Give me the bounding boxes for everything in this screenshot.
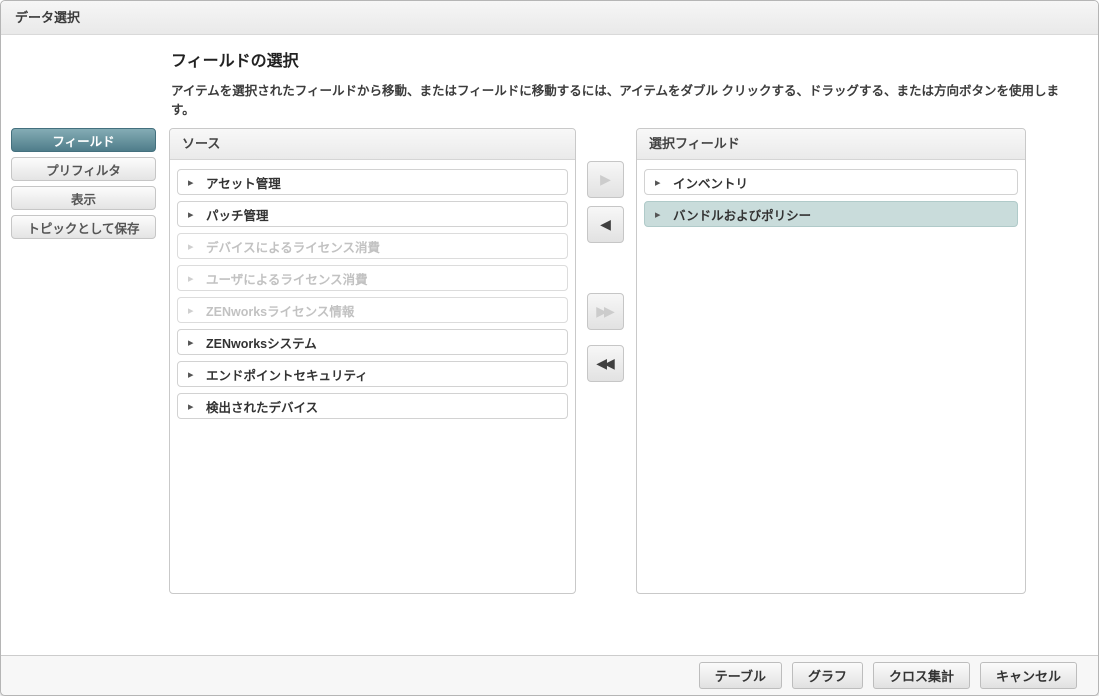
selected-item-label: インベントリ	[673, 173, 748, 192]
source-item-label: ユーザによるライセンス消費	[206, 269, 368, 288]
source-item-zenworks-system[interactable]: ZENworksシステム	[177, 329, 568, 355]
expand-caret-icon	[188, 399, 206, 413]
source-item-asset-management[interactable]: アセット管理	[177, 169, 568, 195]
selected-item-inventory[interactable]: インベントリ	[644, 169, 1018, 195]
source-panel-header: ソース	[170, 129, 575, 160]
selected-fields-panel-header: 選択フィールド	[637, 129, 1025, 160]
move-right-button: ◀	[587, 161, 624, 198]
move-right-icon: ◀	[603, 171, 611, 188]
expand-caret-icon	[188, 303, 206, 317]
page-description: アイテムを選択されたフィールドから移動、またはフィールドに移動するには、アイテム…	[171, 80, 1081, 118]
move-left-icon: ◀	[600, 216, 608, 233]
selected-fields-list: インベントリ バンドルおよびポリシー	[637, 160, 1025, 242]
expand-caret-icon	[188, 271, 206, 285]
source-panel: ソース アセット管理 パッチ管理 デバイスによるライセンス消費 ユーザによるライ…	[169, 128, 576, 594]
source-item-endpoint-security[interactable]: エンドポイントセキュリティ	[177, 361, 568, 387]
cancel-button[interactable]: キャンセル	[980, 662, 1077, 689]
source-item-label: パッチ管理	[206, 205, 269, 224]
move-left-button[interactable]: ◀	[587, 206, 624, 243]
source-item-license-by-user: ユーザによるライセンス消費	[177, 265, 568, 291]
crosstab-button[interactable]: クロス集計	[873, 662, 970, 689]
source-item-zenworks-license-info: ZENworksライセンス情報	[177, 297, 568, 323]
expand-caret-icon	[188, 207, 206, 221]
source-item-label: 検出されたデバイス	[206, 397, 318, 416]
step-button-save-as-topic[interactable]: トピックとして保存	[11, 215, 156, 239]
step-button-fields[interactable]: フィールド	[11, 128, 156, 152]
dialog-title: データ選択	[1, 1, 1098, 35]
source-item-patch-management[interactable]: パッチ管理	[177, 201, 568, 227]
move-all-left-button[interactable]: ◀◀	[587, 345, 624, 382]
selected-item-label: バンドルおよびポリシー	[673, 205, 811, 224]
move-all-right-button: ◀◀	[587, 293, 624, 330]
source-item-label: アセット管理	[206, 173, 281, 192]
expand-caret-icon	[188, 175, 206, 189]
page-title: フィールドの選択	[171, 47, 299, 71]
source-item-label: エンドポイントセキュリティ	[206, 365, 368, 384]
expand-caret-icon	[655, 207, 673, 221]
table-button[interactable]: テーブル	[699, 662, 782, 689]
footer-bar: テーブル グラフ クロス集計 キャンセル	[1, 655, 1098, 695]
data-selection-dialog: データ選択 フィールドの選択 アイテムを選択されたフィールドから移動、またはフィ…	[0, 0, 1099, 696]
source-item-label: ZENworksシステム	[206, 333, 317, 352]
chart-button[interactable]: グラフ	[792, 662, 863, 689]
expand-caret-icon	[655, 175, 673, 189]
expand-caret-icon	[188, 335, 206, 349]
step-button-display[interactable]: 表示	[11, 186, 156, 210]
source-item-label: ZENworksライセンス情報	[206, 301, 354, 320]
selected-fields-panel: 選択フィールド インベントリ バンドルおよびポリシー	[636, 128, 1026, 594]
expand-caret-icon	[188, 367, 206, 381]
source-item-label: デバイスによるライセンス消費	[206, 237, 380, 256]
selected-item-bundles-and-policies[interactable]: バンドルおよびポリシー	[644, 201, 1018, 227]
expand-caret-icon	[188, 239, 206, 253]
step-button-prefilter[interactable]: プリフィルタ	[11, 157, 156, 181]
move-all-right-icon: ◀◀	[599, 303, 615, 320]
source-item-discovered-devices[interactable]: 検出されたデバイス	[177, 393, 568, 419]
source-list: アセット管理 パッチ管理 デバイスによるライセンス消費 ユーザによるライセンス消…	[170, 160, 575, 434]
source-item-license-by-device: デバイスによるライセンス消費	[177, 233, 568, 259]
move-all-left-icon: ◀◀	[596, 355, 612, 372]
